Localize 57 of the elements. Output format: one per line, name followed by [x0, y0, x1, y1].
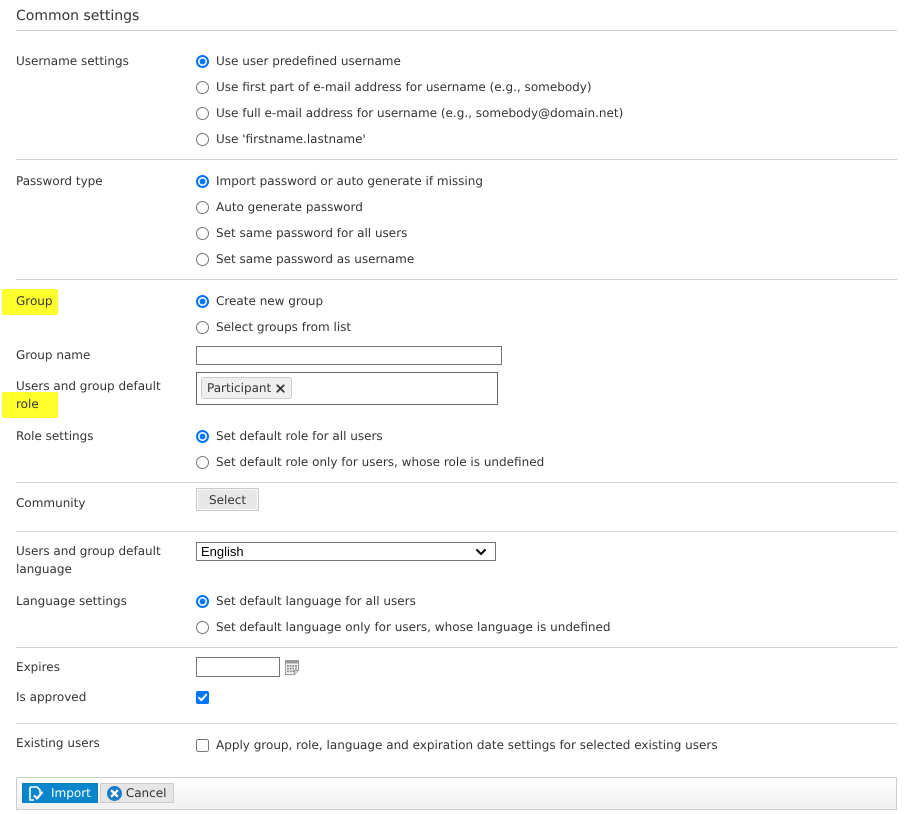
- radio-label: Select groups from list: [216, 320, 352, 334]
- field-label: Users and group default role: [16, 378, 162, 413]
- field-label: Group name: [16, 347, 90, 364]
- radio-button[interactable]: [196, 174, 209, 188]
- radio-button[interactable]: [196, 80, 209, 94]
- radio-label: Use first part of e-mail address for username (e.g., somebody): [216, 80, 592, 94]
- x-circle-icon: [106, 786, 122, 800]
- radio-label: Set default language for all users: [216, 594, 416, 608]
- select-button[interactable]: Select: [196, 488, 260, 511]
- radio-button[interactable]: [196, 226, 209, 240]
- radio-button[interactable]: [196, 620, 209, 634]
- dropdown-field[interactable]: English: [196, 542, 496, 561]
- radio-label: Set same password as username: [216, 252, 414, 266]
- cancel-button[interactable]: Cancel: [100, 783, 174, 803]
- field-label: Group: [16, 293, 53, 310]
- radio-button[interactable]: [196, 320, 209, 334]
- radio-button[interactable]: [196, 430, 209, 442]
- field-label: Users and group default language: [16, 543, 162, 578]
- radio-button[interactable]: [196, 294, 209, 308]
- date-input-field[interactable]: [196, 657, 280, 677]
- field-label: Username settings: [16, 53, 129, 70]
- radio-label: Set default language only for users, whose language is undefined: [216, 620, 610, 634]
- calendar-icon[interactable]: [285, 659, 299, 675]
- field-label: Expires: [16, 659, 60, 676]
- field-label: Community: [16, 495, 86, 512]
- radio-label: Set default role for all users: [216, 429, 383, 443]
- radio-button[interactable]: [196, 252, 209, 266]
- radio-button[interactable]: [196, 200, 209, 214]
- radio-label: Use 'firstname.lastname': [216, 132, 366, 146]
- radio-label: Import password or auto generate if missing: [216, 174, 483, 188]
- radio-label: Auto generate password: [216, 200, 363, 214]
- document-check-icon: [29, 786, 43, 800]
- radio-label: Use user predefined username: [216, 54, 401, 68]
- radio-button[interactable]: [196, 456, 209, 468]
- radio-button[interactable]: [196, 594, 209, 608]
- radio-label: Use full e-mail address for username (e.g., somebody@domain.net): [216, 106, 624, 120]
- section-title: Common settings: [16, 8, 140, 24]
- close-icon[interactable]: [274, 382, 288, 394]
- checkbox-label: Apply group, role, language and expiration date settings for selected existing users: [216, 738, 718, 752]
- input-field[interactable]: [196, 346, 502, 364]
- tag-label: Participant: [207, 381, 272, 395]
- field-label: Password type: [16, 173, 103, 190]
- checkbox[interactable]: [196, 690, 209, 704]
- radio-button[interactable]: [196, 54, 209, 68]
- radio-button[interactable]: [196, 106, 209, 120]
- dropdown-value: English: [201, 544, 244, 559]
- field-label: Existing users: [16, 735, 100, 752]
- tag-input-field[interactable]: Participant: [196, 372, 498, 405]
- field-label: Is approved: [16, 689, 86, 706]
- radio-button[interactable]: [196, 132, 209, 146]
- checkbox[interactable]: [196, 738, 209, 752]
- radio-label: Create new group: [216, 294, 324, 308]
- radio-label: Set default role only for users, whose role is undefined: [216, 455, 544, 469]
- import-button[interactable]: Import: [22, 783, 98, 803]
- radio-label: Set same password for all users: [216, 226, 408, 240]
- field-label: Language settings: [16, 593, 127, 610]
- field-label: Role settings: [16, 428, 94, 445]
